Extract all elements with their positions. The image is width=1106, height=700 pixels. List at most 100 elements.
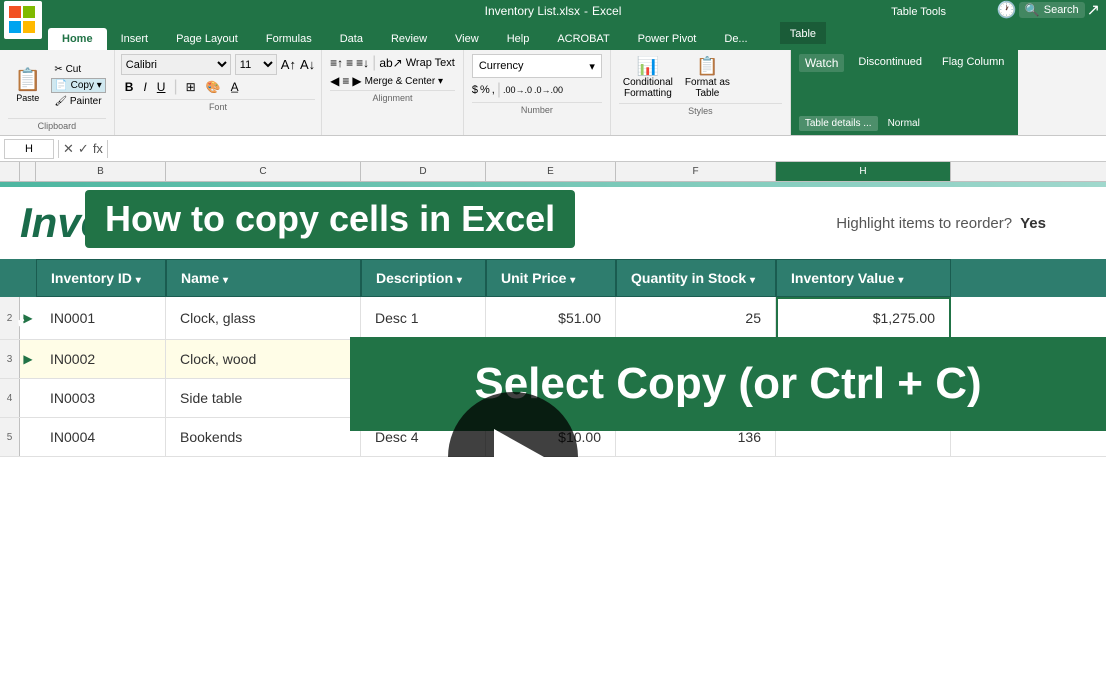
align-center-button[interactable]: ≡ bbox=[342, 74, 349, 88]
search-box[interactable]: 🔍 Search bbox=[1019, 2, 1085, 18]
align-right-button[interactable]: ▶ bbox=[352, 74, 361, 88]
styles-label: Styles bbox=[619, 103, 782, 116]
cell-id[interactable]: IN0002 bbox=[36, 340, 166, 378]
flag-column-button[interactable]: Flag Column bbox=[936, 54, 1010, 70]
table-tools-group: Watch Discontinued Flag Column Table det… bbox=[791, 50, 1019, 135]
cell-id[interactable]: IN0004 bbox=[36, 418, 166, 456]
table-details-button[interactable]: Table details ... bbox=[799, 116, 878, 131]
tab-home[interactable]: Home bbox=[48, 28, 107, 50]
clock-icon[interactable]: 🕐 bbox=[997, 0, 1017, 20]
col-header-e[interactable]: E bbox=[486, 162, 616, 181]
underline-button[interactable]: U bbox=[153, 79, 170, 95]
conditional-formatting-button[interactable]: 📊 Conditional Formatting bbox=[619, 54, 677, 101]
angle-text-button[interactable]: ab↗ bbox=[379, 56, 402, 70]
header-quantity[interactable]: Quantity in Stock ▾ bbox=[616, 259, 776, 297]
comma-format-button[interactable]: , bbox=[492, 84, 495, 96]
cell-reference-input[interactable] bbox=[4, 139, 54, 159]
tab-acrobat[interactable]: ACROBAT bbox=[543, 28, 623, 50]
share-icon[interactable]: ↗ bbox=[1087, 0, 1100, 20]
table-tools-label: Table Tools bbox=[891, 6, 946, 18]
cell-price[interactable]: $51.00 bbox=[486, 297, 616, 339]
tab-view[interactable]: View bbox=[441, 28, 493, 50]
tab-insert[interactable]: Insert bbox=[107, 28, 163, 50]
format-painter-button[interactable]: 🖌 Painter bbox=[51, 95, 105, 108]
align-top-button[interactable]: ≡↑ bbox=[330, 56, 343, 70]
cut-button[interactable]: ✂ Cut bbox=[51, 63, 105, 76]
fill-color-button[interactable]: 🎨 bbox=[202, 79, 225, 95]
currency-dropdown[interactable]: Currency ▾ bbox=[472, 54, 602, 78]
font-grow-button[interactable]: A↑ bbox=[281, 57, 296, 72]
tab-power-pivot[interactable]: Power Pivot bbox=[624, 28, 711, 50]
cell-id[interactable]: IN0001 bbox=[36, 297, 166, 339]
watch-button[interactable]: Watch bbox=[799, 54, 845, 72]
header-name[interactable]: Name ▾ bbox=[166, 259, 361, 297]
percent-format-button[interactable]: % bbox=[480, 84, 490, 96]
tab-help[interactable]: Help bbox=[493, 28, 544, 50]
tab-design[interactable]: De... bbox=[710, 28, 761, 50]
header-inventory-value[interactable]: Inventory Value ▾ bbox=[776, 259, 951, 297]
align-left-button[interactable]: ◀ bbox=[330, 74, 339, 88]
merge-center-button[interactable]: Merge & Center ▾ bbox=[365, 76, 443, 87]
alignment-group: ≡↑ ≡ ≡↓ | ab↗ Wrap Text ◀ ≡ ▶ Merge & Ce… bbox=[322, 50, 464, 135]
highlight-value: Yes bbox=[1020, 215, 1046, 232]
tab-formulas[interactable]: Formulas bbox=[252, 28, 326, 50]
table-row: 2▶IN0001Clock, glassDesc 1$51.0025$1,275… bbox=[0, 297, 1106, 340]
row-indicator bbox=[20, 379, 36, 417]
tab-page-layout[interactable]: Page Layout bbox=[162, 28, 252, 50]
col-header-b[interactable]: B bbox=[36, 162, 166, 181]
increase-decimal-button[interactable]: .0→.00 bbox=[534, 85, 563, 95]
col-header-g[interactable]: H bbox=[776, 162, 951, 181]
tab-review[interactable]: Review bbox=[377, 28, 441, 50]
cell-name[interactable]: Side table bbox=[166, 379, 361, 417]
wrap-text-button[interactable]: Wrap Text bbox=[406, 57, 455, 69]
formula-insert-icon[interactable]: fx bbox=[93, 141, 103, 156]
discontinued-button[interactable]: Discontinued bbox=[852, 54, 928, 70]
clipboard-group: 📋 Paste ✂ Cut 📄 Copy ▾ 🖌 Painter Clipboa… bbox=[0, 50, 115, 135]
formula-input[interactable]: =[@[Unit Price bbox=[112, 142, 1102, 156]
decrease-decimal-button[interactable]: .00→.0 bbox=[503, 85, 532, 95]
italic-button[interactable]: I bbox=[139, 79, 150, 95]
formula-cancel-icon[interactable]: ✕ bbox=[63, 141, 74, 157]
cell-name[interactable]: Bookends bbox=[166, 418, 361, 456]
title-bar-text: Inventory List.xlsx bbox=[485, 4, 580, 18]
col-header-indicator bbox=[20, 162, 36, 181]
font-size-selector[interactable]: 11 bbox=[235, 54, 277, 75]
cell-desc[interactable]: Desc 1 bbox=[361, 297, 486, 339]
title-bar-app: Excel bbox=[592, 4, 621, 18]
title-bar-separator: - bbox=[584, 4, 588, 18]
highlight-label: Highlight items to reorder? bbox=[836, 215, 1012, 232]
cell-name[interactable]: Clock, wood bbox=[166, 340, 361, 378]
font-group: Calibri 11 A↑ A↓ B I U | ⊞ 🎨 A̲ Font bbox=[115, 50, 322, 135]
font-shrink-button[interactable]: A↓ bbox=[300, 57, 315, 72]
font-label: Font bbox=[121, 99, 315, 112]
border-button[interactable]: ⊞ bbox=[182, 79, 200, 95]
cell-id[interactable]: IN0003 bbox=[36, 379, 166, 417]
formula-bar: ✕ ✓ fx =[@[Unit Price bbox=[0, 136, 1106, 162]
align-middle-button[interactable]: ≡ bbox=[346, 56, 353, 70]
cell-value[interactable]: $1,275.00 bbox=[776, 297, 951, 339]
normal-button[interactable]: Normal bbox=[882, 116, 926, 131]
cell-qty[interactable]: 25 bbox=[616, 297, 776, 339]
table-tab[interactable]: Table bbox=[790, 28, 816, 40]
windows-logo[interactable] bbox=[4, 1, 42, 39]
copy-button[interactable]: 📄 Copy ▾ bbox=[51, 78, 105, 93]
row-indicator bbox=[20, 418, 36, 456]
format-as-table-button[interactable]: 📋 Format as Table bbox=[681, 54, 734, 101]
paste-button[interactable]: 📋 Paste bbox=[8, 65, 47, 105]
font-selector[interactable]: Calibri bbox=[121, 54, 231, 75]
dollar-format-button[interactable]: $ bbox=[472, 84, 478, 96]
search-label: Search bbox=[1044, 4, 1079, 16]
col-header-c[interactable]: C bbox=[166, 162, 361, 181]
align-bottom-button[interactable]: ≡↓ bbox=[356, 56, 369, 70]
formula-confirm-icon[interactable]: ✓ bbox=[78, 141, 89, 157]
col-header-f[interactable]: F bbox=[616, 162, 776, 181]
header-unit-price[interactable]: Unit Price ▾ bbox=[486, 259, 616, 297]
font-color-button[interactable]: A̲ bbox=[227, 79, 243, 95]
header-description[interactable]: Description ▾ bbox=[361, 259, 486, 297]
cell-name[interactable]: Clock, glass bbox=[166, 297, 361, 339]
styles-group: 📊 Conditional Formatting 📋 Format as Tab… bbox=[611, 50, 791, 135]
header-inventory-id[interactable]: Inventory ID ▾ bbox=[36, 259, 166, 297]
col-header-d[interactable]: D bbox=[361, 162, 486, 181]
bold-button[interactable]: B bbox=[121, 79, 138, 95]
tab-data[interactable]: Data bbox=[326, 28, 377, 50]
